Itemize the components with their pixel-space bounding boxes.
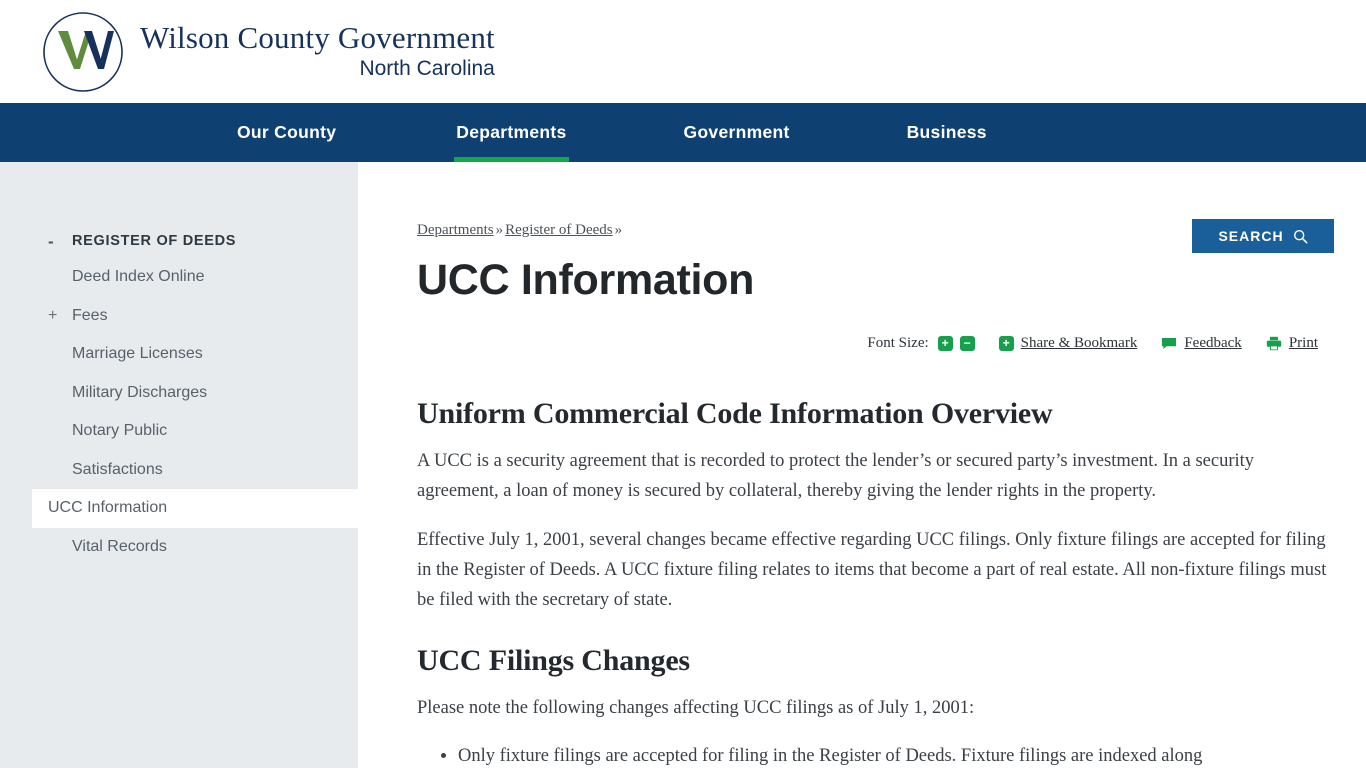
nav-item-our-county[interactable]: Our County: [237, 103, 336, 162]
feedback-label[interactable]: Feedback: [1184, 335, 1241, 352]
paragraph-please-note: Please note the following changes affect…: [417, 698, 975, 718]
sidebar-item-marriage-licenses[interactable]: Marriage Licenses: [0, 335, 358, 374]
main-navigation: Our County Departments Government Busine…: [0, 103, 1366, 253]
print-label[interactable]: Print: [1289, 335, 1318, 352]
print-button[interactable]: Print: [1266, 335, 1318, 352]
font-size-label: Font Size:: [867, 334, 929, 351]
breadcrumb-link-register-of-deeds[interactable]: Register of Deeds: [505, 222, 612, 238]
sidebar-item-label: Military Discharges: [72, 383, 208, 401]
sidebar-item-fees[interactable]: + Fees: [0, 297, 358, 336]
section-heading-overview: Uniform Commercial Code Information Over…: [417, 397, 1053, 431]
site-title: Wilson County Government: [140, 19, 495, 55]
sidebar-item-label: Notary Public: [72, 422, 168, 440]
sidebar: - REGISTER OF DEEDS Deed Index Online + …: [0, 162, 358, 768]
sidebar-item-label: Vital Records: [72, 537, 167, 555]
sidebar-item-label: Satisfactions: [72, 460, 163, 478]
wilson-county-w-logo-icon: [43, 11, 123, 92]
paragraph-effective-changes: Effective July 1, 2001, several changes …: [417, 529, 1327, 610]
list-item: Only fixture filings are accepted for fi…: [458, 741, 1327, 771]
breadcrumb-link-departments[interactable]: Departments: [417, 222, 494, 238]
section-heading-ucc-filings-changes: UCC Filings Changes: [417, 644, 690, 677]
sidebar-item-notary-public[interactable]: Notary Public: [0, 412, 358, 451]
sidebar-item-military-discharges[interactable]: Military Discharges: [0, 374, 358, 413]
site-logo[interactable]: Wilson County Government North Carolina: [40, 9, 495, 95]
share-and-bookmark-label[interactable]: Share & Bookmark: [1021, 335, 1138, 352]
breadcrumb-separator: »: [495, 222, 504, 238]
sidebar-item-ucc-information[interactable]: UCC Information: [32, 489, 358, 528]
speech-bubble-icon: [1162, 337, 1177, 349]
share-plus-icon: +: [998, 335, 1014, 351]
sidebar-item-vital-records[interactable]: Vital Records: [0, 528, 358, 567]
sidebar-section-label: REGISTER OF DEEDS: [72, 233, 237, 249]
nav-item-departments[interactable]: Departments: [454, 103, 569, 162]
collapse-toggle-icon[interactable]: -: [48, 233, 72, 250]
search-button-label: SEARCH: [1218, 228, 1284, 244]
magnifier-icon: [1293, 229, 1308, 243]
font-increase-icon[interactable]: +: [937, 335, 953, 351]
page-utility-toolbar: Font Size: + − + Share & Bookmark Feedba…: [417, 332, 1340, 354]
search-button[interactable]: SEARCH: [1192, 219, 1334, 253]
printer-icon: [1266, 336, 1282, 350]
sidebar-item-satisfactions[interactable]: Satisfactions: [0, 451, 358, 490]
sidebar-item-deed-index-online[interactable]: Deed Index Online: [0, 258, 358, 297]
nav-item-government[interactable]: Government: [684, 103, 790, 162]
sidebar-item-label: Deed Index Online: [72, 268, 205, 286]
nav-items: Our County Departments Government Busine…: [237, 103, 987, 162]
changes-list: Only fixture filings are accepted for fi…: [417, 741, 1327, 771]
share-and-bookmark-button[interactable]: + Share & Bookmark: [998, 335, 1138, 352]
breadcrumb-separator-trailing: »: [614, 222, 623, 238]
paragraph-ucc-definition: A UCC is a security agreement that is re…: [417, 451, 1255, 502]
nav-item-business[interactable]: Business: [907, 103, 987, 162]
page-body: - REGISTER OF DEEDS Deed Index Online + …: [0, 162, 1366, 768]
article: Uniform Commercial Code Information Over…: [417, 396, 1327, 771]
sidebar-item-label: Fees: [72, 306, 108, 324]
site-header: Wilson County Government North Carolina: [0, 0, 1366, 103]
page-title: UCC Information: [417, 256, 755, 304]
font-decrease-icon[interactable]: −: [959, 335, 975, 351]
site-subtitle: North Carolina: [359, 57, 495, 81]
sidebar-item-label: Marriage Licenses: [72, 345, 203, 363]
expand-toggle-icon[interactable]: +: [48, 307, 72, 324]
sidebar-item-label: UCC Information: [48, 499, 168, 517]
sidebar-section-register-of-deeds[interactable]: - REGISTER OF DEEDS: [0, 224, 358, 258]
feedback-button[interactable]: Feedback: [1161, 335, 1242, 352]
font-size-controls: + −: [937, 335, 975, 351]
